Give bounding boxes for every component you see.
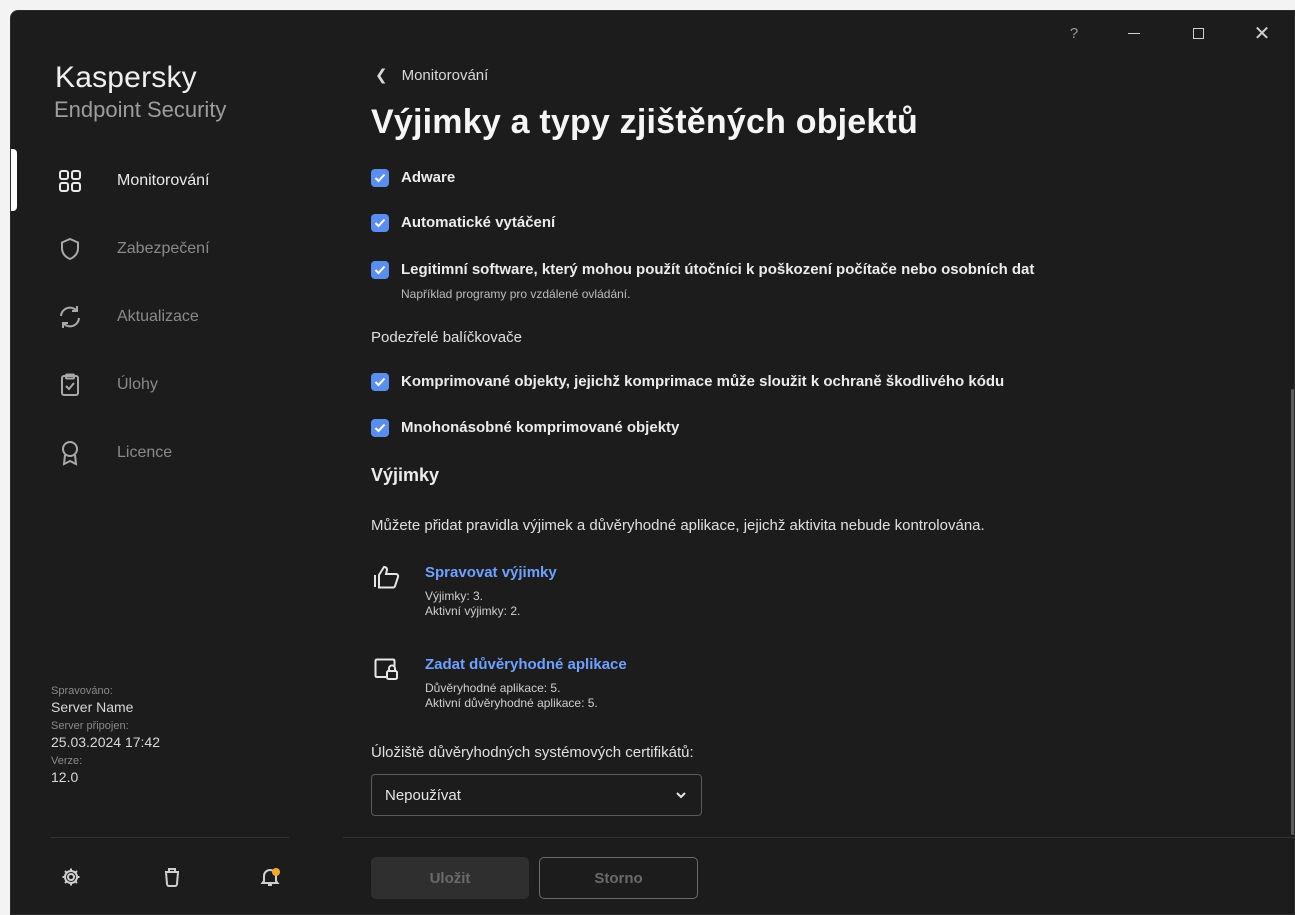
- checkbox-checked-icon[interactable]: [371, 419, 389, 437]
- manage-exclusions-link[interactable]: Spravovat výjimky: [425, 563, 557, 583]
- app-window: ? ✕ Kaspersky Endpoint Security Monitoro…: [10, 10, 1295, 915]
- sidebar-item-label: Licence: [117, 444, 173, 461]
- grid-icon: [57, 168, 83, 194]
- page-title: Výjimky a typy zjištěných objektů: [371, 103, 919, 141]
- checkbox-label: Adware: [401, 169, 456, 186]
- checkbox-label-text: Legitimní software, který mohou použít ú…: [401, 261, 1035, 278]
- sidebar-item-monitoring[interactable]: Monitorování: [11, 153, 307, 209]
- product-name: Endpoint Security: [54, 97, 227, 122]
- cert-store-label: Úložiště důvěryhodných systémových certi…: [371, 744, 694, 761]
- checkbox-legit-software[interactable]: Legitimní software, který mohou použít ú…: [371, 261, 1034, 303]
- checkbox-multipacked[interactable]: Mnohonásobné komprimované objekty: [371, 419, 679, 437]
- sidebar-item-updates[interactable]: Aktualizace: [11, 289, 307, 345]
- checkbox-checked-icon[interactable]: [371, 261, 389, 279]
- managed-value: Server Name: [51, 699, 134, 715]
- chevron-left-icon: ❮: [375, 67, 388, 84]
- version-key: Verze:: [51, 755, 83, 767]
- checkbox-adware[interactable]: Adware: [371, 169, 455, 187]
- sidebar-item-security[interactable]: Zabezpečení: [11, 221, 307, 277]
- footer-divider: [343, 837, 1294, 838]
- sidebar-divider: [51, 837, 289, 838]
- connected-key: Server připojen:: [51, 720, 129, 732]
- connection-info: Spravováno: Server Name Server připojen:…: [51, 684, 291, 789]
- settings-icon: [61, 867, 81, 892]
- notification-dot: [272, 868, 280, 876]
- trusted-apps-row: Zadat důvěryhodné aplikace Důvěryhodné a…: [371, 655, 627, 711]
- settings-content: Adware Automatické vytáčení Legitimní so…: [307, 159, 1294, 837]
- sidebar-item-tasks[interactable]: Úlohy: [11, 357, 307, 413]
- app-lock-icon: [371, 655, 403, 683]
- exclusions-count: Výjimky: 3.: [425, 589, 484, 603]
- support-icon: [163, 867, 181, 892]
- cert-store-select[interactable]: Nepoužívat: [371, 774, 702, 816]
- refresh-icon: [57, 304, 83, 330]
- checkbox-label: Komprimované objekty, jejichž komprimace…: [401, 373, 1005, 390]
- checkbox-checked-icon[interactable]: [371, 214, 389, 232]
- checkbox-hint: Například programy pro vzdálené ovládání…: [401, 287, 631, 301]
- exclusions-heading: Výjimky: [371, 465, 440, 485]
- award-icon: [57, 440, 83, 466]
- checkbox-label: Automatické vytáčení: [401, 214, 556, 231]
- back-label: Monitorování: [401, 66, 489, 84]
- cert-store-value: Nepoužívat: [385, 786, 461, 804]
- brand-name: Kaspersky: [55, 61, 197, 94]
- main-panel: ❮ Monitorování Výjimky a typy zjištěných…: [307, 11, 1294, 914]
- save-button[interactable]: Uložit: [371, 857, 529, 899]
- active-exclusions-count: Aktivní výjimky: 2.: [425, 604, 521, 618]
- active-trusted-apps-count: Aktivní důvěryhodné aplikace: 5.: [425, 696, 598, 710]
- checkbox-packed-objects[interactable]: Komprimované objekty, jejichž komprimace…: [371, 373, 1004, 391]
- notifications-button[interactable]: [254, 863, 286, 895]
- trusted-apps-link[interactable]: Zadat důvěryhodné aplikace: [425, 655, 627, 675]
- checkbox-label: Mnohonásobné komprimované objekty: [401, 419, 680, 436]
- connected-value: 25.03.2024 17:42: [51, 734, 160, 750]
- settings-button[interactable]: [55, 863, 87, 895]
- sidebar-bottom-toolbar: [51, 863, 289, 895]
- exclusions-description: Můžete přidat pravidla výjimek a důvěryh…: [371, 517, 985, 534]
- packers-heading: Podezřelé balíčkovače: [371, 329, 522, 346]
- checkbox-label: Legitimní software, který mohou použít ú…: [401, 261, 1034, 303]
- sidebar-item-license[interactable]: Licence: [11, 425, 307, 481]
- checkbox-checked-icon[interactable]: [371, 169, 389, 187]
- sidebar: Kaspersky Endpoint Security Monitorování…: [11, 11, 307, 914]
- sidebar-item-label: Zabezpečení: [117, 240, 210, 257]
- checkbox-autodialers[interactable]: Automatické vytáčení: [371, 214, 555, 232]
- clipboard-check-icon: [57, 372, 83, 398]
- checkbox-checked-icon[interactable]: [371, 373, 389, 391]
- cancel-button[interactable]: Storno: [539, 857, 698, 899]
- sidebar-item-label: Monitorování: [117, 172, 210, 189]
- manage-exclusions-row: Spravovat výjimky Výjimky: 3. Aktivní vý…: [371, 563, 557, 619]
- sidebar-item-label: Aktualizace: [117, 308, 199, 325]
- version-value: 12.0: [51, 769, 79, 785]
- trusted-apps-count: Důvěryhodné aplikace: 5.: [425, 681, 561, 695]
- support-button[interactable]: [156, 863, 188, 895]
- managed-key: Spravováno:: [51, 685, 113, 697]
- sidebar-item-label: Úlohy: [117, 376, 158, 393]
- chevron-down-icon: [673, 787, 689, 807]
- shield-icon: [57, 236, 83, 262]
- thumbs-up-icon: [371, 563, 403, 591]
- back-link[interactable]: ❮ Monitorování: [375, 66, 489, 85]
- scrollbar-thumb[interactable]: [1291, 389, 1294, 835]
